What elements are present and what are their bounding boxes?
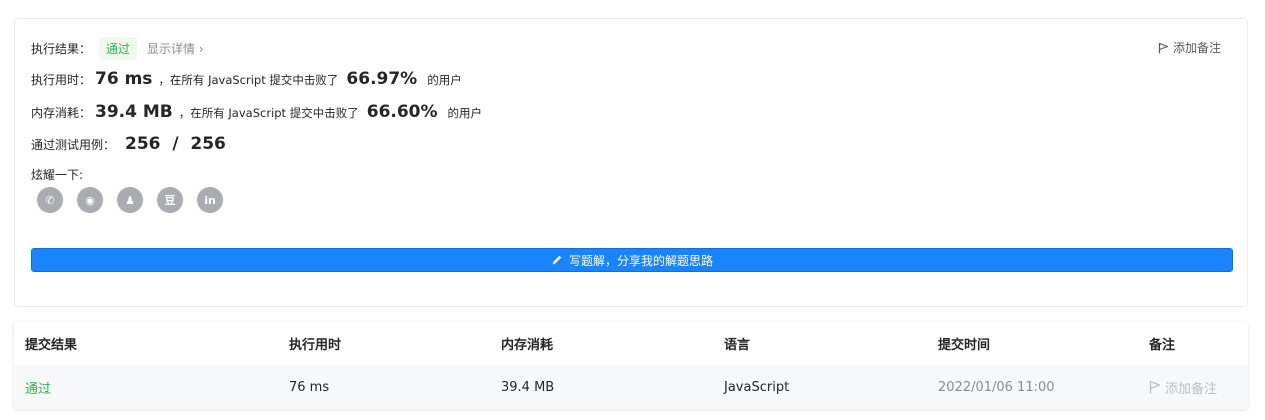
qq-icon[interactable]: ♟ (117, 187, 143, 213)
row-add-note-button[interactable]: 添加备注 (1149, 365, 1217, 409)
row-status-link[interactable]: 通过 (25, 365, 51, 409)
share-label: 炫耀一下: (31, 168, 84, 182)
row-time: 2022/01/06 11:00 (938, 379, 1055, 395)
flag-icon (1158, 42, 1169, 53)
header-status: 提交结果 (25, 338, 78, 353)
write-solution-label: 写题解，分享我的解题思路 (568, 253, 713, 268)
flag-icon (1149, 380, 1161, 394)
result-label: 执行结果： (31, 42, 92, 56)
runtime-text: ，在所有 JavaScript 提交中击败了 (158, 73, 339, 87)
header-time: 提交时间 (938, 338, 991, 353)
row-runtime: 76 ms (289, 379, 330, 395)
table-row: 通过 76 ms 39.4 MB JavaScript 2022/01/06 1… (14, 365, 1248, 409)
submission-table: 提交结果 执行用时 内存消耗 语言 提交时间 备注 通过 76 ms 39.4 … (14, 322, 1248, 409)
runtime-row: 执行用时： 76 ms ，在所有 JavaScript 提交中击败了 66.97… (31, 69, 462, 89)
result-card: 执行结果： 通过 显示详情 › 添加备注 执行用时： 76 ms ，在所有 Ja… (14, 18, 1248, 307)
wechat-icon[interactable]: ✆ (37, 187, 63, 213)
linkedin-icon[interactable]: in (197, 187, 223, 213)
tests-row: 通过测试用例： 256 / 256 (31, 134, 232, 154)
memory-value: 39.4 MB (95, 102, 173, 122)
row-language: JavaScript (724, 379, 790, 395)
tests-value: 256 / 256 (125, 134, 226, 154)
add-note-label: 添加备注 (1172, 41, 1221, 55)
show-details-link[interactable]: 显示详情 › (147, 40, 204, 57)
header-note: 备注 (1149, 338, 1176, 353)
memory-text: ，在所有 JavaScript 提交中击败了 (178, 106, 359, 120)
runtime-percent: 66.97% (346, 69, 418, 89)
status-badge: 通过 (99, 37, 138, 60)
table-header: 提交结果 执行用时 内存消耗 语言 提交时间 备注 (14, 322, 1248, 365)
memory-label: 内存消耗： (31, 106, 92, 120)
header-language: 语言 (724, 338, 751, 353)
row-memory: 39.4 MB (501, 379, 555, 395)
memory-percent: 66.60% (366, 102, 438, 122)
runtime-value: 76 ms (95, 69, 153, 89)
tests-label: 通过测试用例： (31, 138, 116, 152)
pencil-icon (552, 255, 562, 265)
runtime-suffix: 的用户 (427, 73, 462, 87)
header-memory: 内存消耗 (501, 338, 554, 353)
runtime-label: 执行用时： (31, 73, 92, 87)
share-row-label: 炫耀一下: (31, 166, 83, 183)
result-row: 执行结果： 通过 显示详情 › (31, 37, 204, 60)
add-note-button[interactable]: 添加备注 (1158, 39, 1221, 56)
share-icons: ✆ ◉ ♟ 豆 in (37, 187, 223, 213)
write-solution-button[interactable]: 写题解，分享我的解题思路 (31, 248, 1233, 272)
douban-icon[interactable]: 豆 (157, 187, 183, 213)
memory-suffix: 的用户 (447, 106, 483, 120)
weibo-icon[interactable]: ◉ (77, 187, 103, 213)
header-runtime: 执行用时 (289, 338, 342, 353)
row-add-note-label: 添加备注 (1165, 381, 1218, 397)
memory-row: 内存消耗： 39.4 MB ，在所有 JavaScript 提交中击败了 66.… (31, 102, 482, 122)
